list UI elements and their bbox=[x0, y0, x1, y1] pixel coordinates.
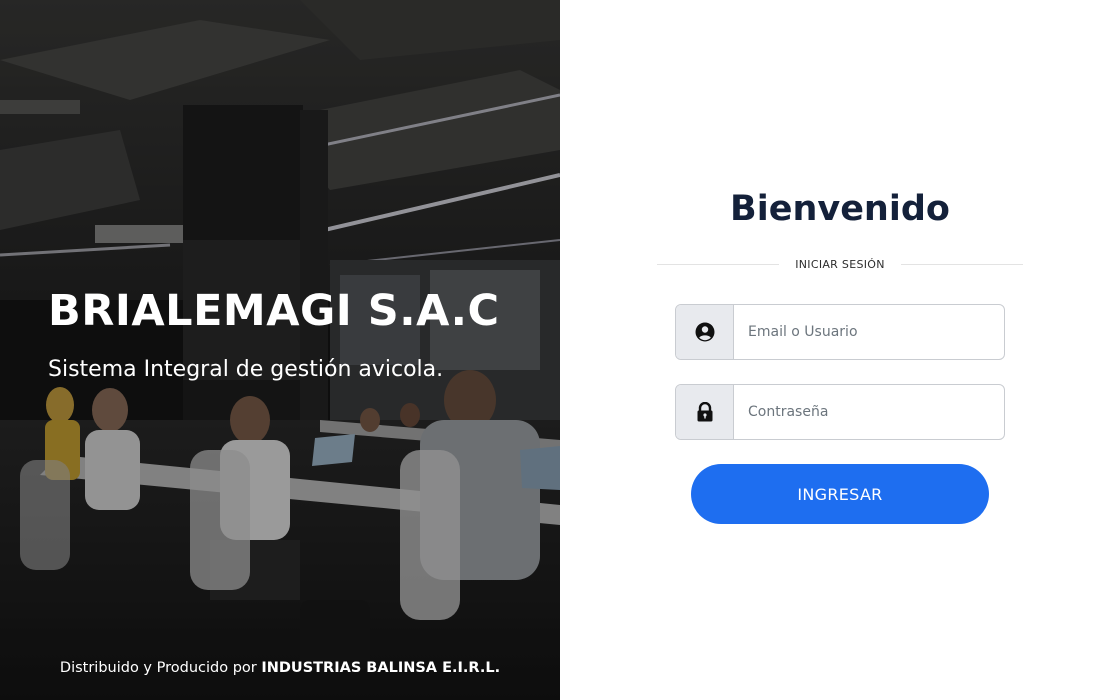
username-field bbox=[675, 304, 1005, 360]
credits-company: INDUSTRIAS BALINSA E.I.R.L. bbox=[261, 660, 501, 676]
password-input[interactable] bbox=[734, 385, 1004, 439]
password-field bbox=[675, 384, 1005, 440]
login-page: BRIALEMAGI S.A.C Sistema Integral de ges… bbox=[0, 0, 1120, 700]
credits-prefix: Distribuido y Producido por bbox=[59, 660, 257, 676]
divider-line-right bbox=[900, 263, 1023, 265]
user-circle-icon bbox=[695, 322, 714, 342]
lock-icon bbox=[697, 402, 712, 422]
login-button[interactable]: INGRESAR bbox=[691, 464, 989, 524]
divider-line-left bbox=[657, 263, 780, 265]
credits-footer: Distribuido y Producido por INDUSTRIAS B… bbox=[0, 660, 560, 676]
section-divider: INICIAR SESIÓN bbox=[657, 255, 1023, 273]
divider-label: INICIAR SESIÓN bbox=[795, 257, 885, 271]
login-panel: Bienvenido INICIAR SESIÓN Email o Usuari… bbox=[560, 0, 1120, 700]
hero-dark-overlay bbox=[0, 0, 560, 700]
welcome-title: Bienvenido bbox=[730, 189, 950, 229]
company-name: BRIALEMAGI S.A.C bbox=[48, 286, 500, 336]
username-input[interactable] bbox=[734, 305, 1004, 359]
hero-panel: BRIALEMAGI S.A.C Sistema Integral de ges… bbox=[0, 0, 560, 700]
lock-icon-addon bbox=[676, 385, 734, 439]
user-icon-addon bbox=[676, 305, 734, 359]
company-tagline: Sistema Integral de gestión avicola. bbox=[48, 357, 444, 382]
